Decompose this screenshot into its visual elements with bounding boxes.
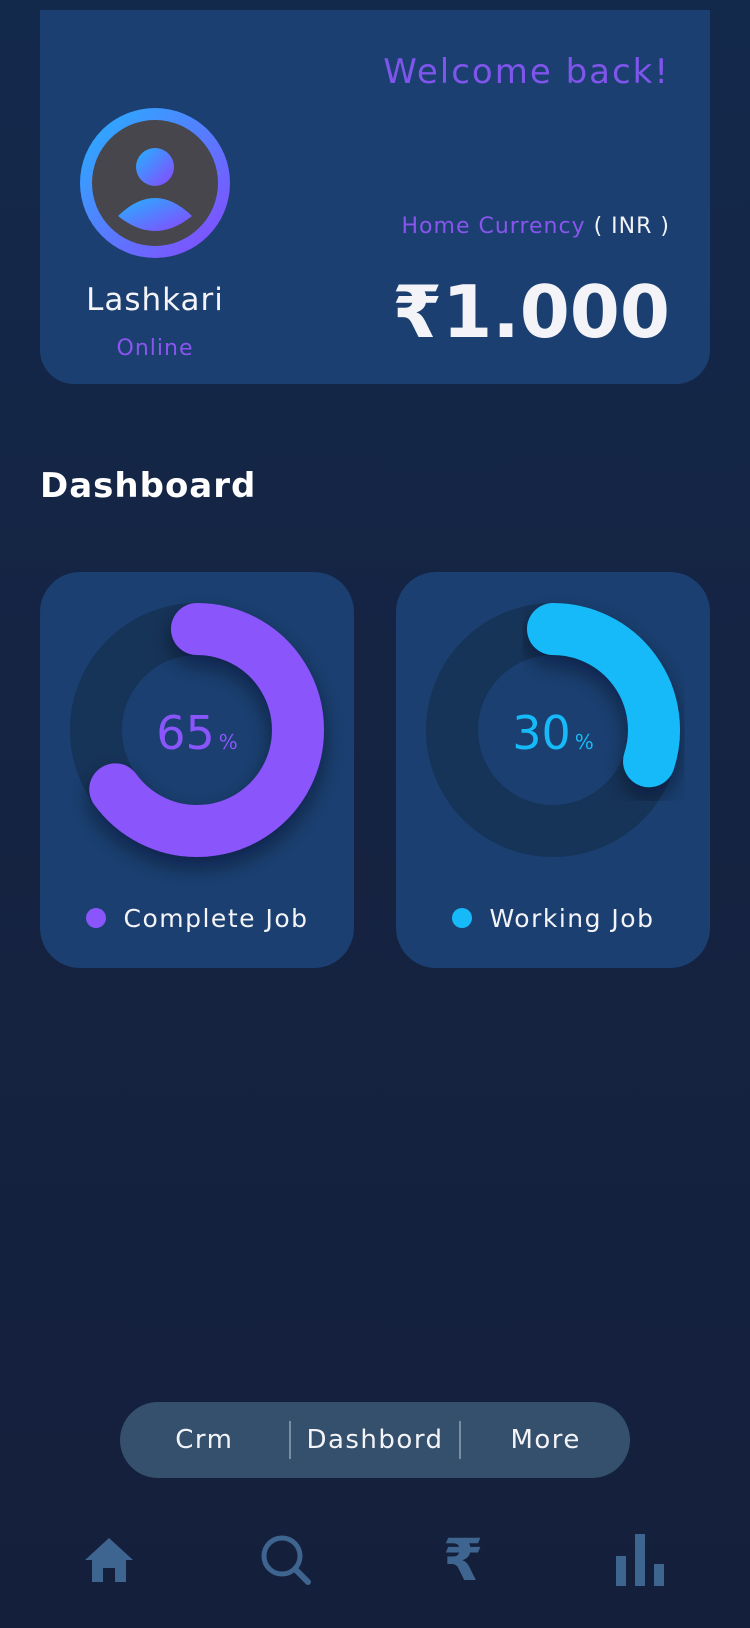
complete-job-value: 65% (40, 706, 354, 760)
user-name: Lashkari (86, 282, 224, 318)
nav-search-button[interactable] (246, 1520, 326, 1600)
profile-card: Lashkari Online Welcome back! Home Curre… (40, 10, 710, 384)
bar-chart-icon (616, 1534, 664, 1586)
home-currency: Home Currency ( INR ) (402, 214, 670, 239)
avatar-frame (92, 120, 218, 246)
menu-item-more[interactable]: More (461, 1425, 630, 1455)
nav-rupee-button[interactable]: ₹ (423, 1520, 503, 1600)
menu-item-dashbord[interactable]: Dashbord (291, 1425, 460, 1455)
user-status: Online (116, 336, 194, 361)
currency-code: ( INR ) (593, 214, 670, 239)
working-job-percent: 30 (512, 706, 571, 760)
home-icon (85, 1538, 133, 1582)
nav-chart-button[interactable] (600, 1520, 680, 1600)
rupee-icon: ₹ (442, 1526, 484, 1594)
nav-home-button[interactable] (69, 1520, 149, 1600)
complete-job-percent: 65 (156, 706, 215, 760)
balance-amount: ₹1.000 (392, 270, 670, 354)
complete-job-legend: Complete Job (40, 904, 354, 933)
complete-job-unit: % (218, 730, 238, 754)
complete-job-dot (85, 908, 106, 928)
working-job-dot (451, 908, 472, 928)
working-job-value: 30% (396, 706, 710, 760)
working-job-legend: Working Job (396, 904, 710, 933)
menu-item-crm[interactable]: Crm (120, 1425, 289, 1455)
currency-label: Home Currency (401, 214, 586, 239)
segmented-menu: Crm Dashbord More (120, 1402, 630, 1478)
dashboard-title: Dashboard (40, 466, 257, 506)
working-job-unit: % (574, 730, 594, 754)
working-job-card[interactable]: 30% Working Job (396, 572, 710, 968)
complete-job-label: Complete Job (123, 904, 309, 933)
avatar[interactable] (80, 108, 230, 258)
working-job-label: Working Job (489, 904, 655, 933)
bottom-nav: ₹ (0, 1520, 750, 1600)
complete-job-card[interactable]: 65% Complete Job (40, 572, 354, 968)
user-avatar-icon (118, 148, 192, 231)
search-icon (261, 1535, 311, 1585)
welcome-message: Welcome back! (383, 52, 670, 92)
